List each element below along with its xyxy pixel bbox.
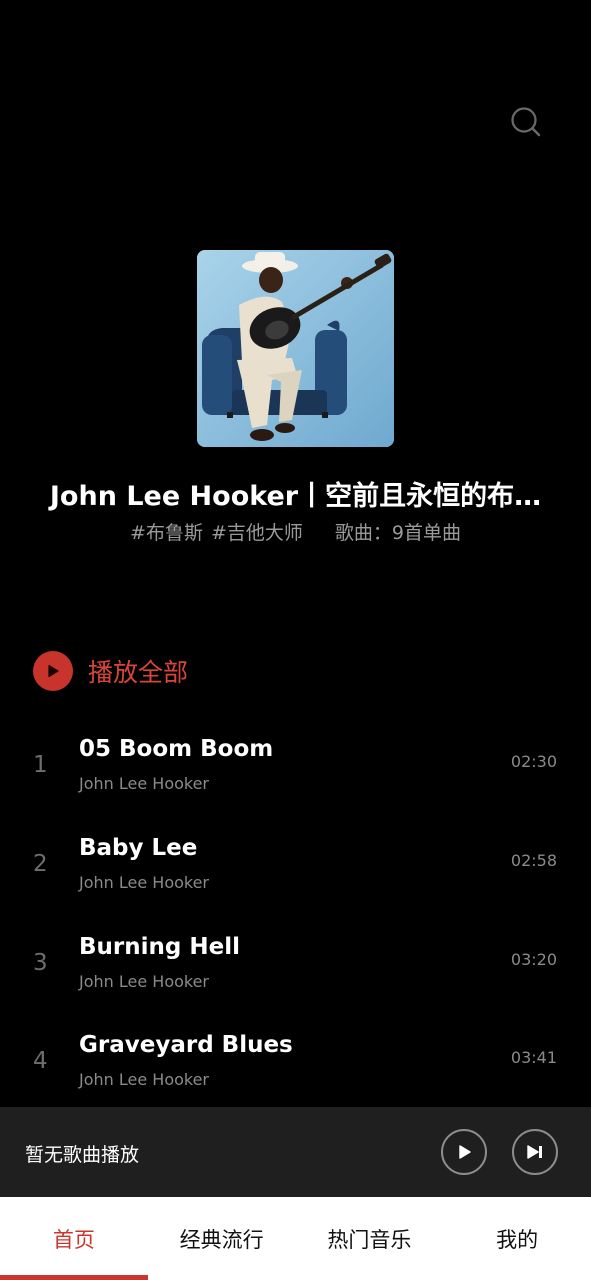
track-title: Burning Hell <box>79 934 240 960</box>
track-title: 05 Boom Boom <box>79 736 274 762</box>
track-index: 2 <box>33 851 48 877</box>
playlist-meta: #布鲁斯 #吉他大师 歌曲：9首单曲 <box>0 518 591 545</box>
player-play-button[interactable] <box>441 1129 487 1175</box>
mini-player: 暂无歌曲播放 <box>0 1107 591 1197</box>
play-icon <box>459 1145 471 1159</box>
tab-label: 热门音乐 <box>327 1227 412 1252</box>
play-all-button[interactable]: 播放全部 <box>33 651 188 691</box>
track-title: Baby Lee <box>79 835 198 861</box>
playlist-tag[interactable]: #布鲁斯 <box>130 522 203 544</box>
track-artist: John Lee Hooker <box>79 774 210 793</box>
tab-classic-pop[interactable]: 经典流行 <box>148 1197 296 1280</box>
track-row[interactable]: 2 Baby Lee John Lee Hooker 02:58 <box>0 835 591 925</box>
track-artist: John Lee Hooker <box>79 972 210 991</box>
tab-hot-music[interactable]: 热门音乐 <box>296 1197 444 1280</box>
player-status: 暂无歌曲播放 <box>25 1144 140 1166</box>
tab-home[interactable]: 首页 <box>0 1197 148 1280</box>
playlist-tag[interactable]: #吉他大师 <box>211 522 303 544</box>
track-duration: 02:58 <box>510 851 557 870</box>
search-icon <box>511 107 541 137</box>
search-button[interactable] <box>508 104 544 140</box>
tab-label: 经典流行 <box>179 1227 264 1252</box>
track-row[interactable]: 3 Burning Hell John Lee Hooker 03:20 <box>0 934 591 1024</box>
playlist-title: John Lee Hooker丨空前且永恒的布… <box>49 481 542 512</box>
skip-next-icon <box>527 1145 542 1159</box>
playlist-page: John Lee Hooker丨空前且永恒的布… #布鲁斯 #吉他大师 歌曲：9首单… <box>0 0 591 1280</box>
track-duration: 02:30 <box>510 752 557 771</box>
player-next-button[interactable] <box>512 1129 558 1175</box>
track-title: Graveyard Blues <box>79 1032 293 1058</box>
track-artist: John Lee Hooker <box>79 1070 210 1089</box>
album-cover-image <box>197 250 394 447</box>
play-icon <box>33 651 73 691</box>
playlist-cover <box>197 250 394 447</box>
play-all-label: 播放全部 <box>88 658 189 687</box>
tab-label: 我的 <box>496 1227 539 1252</box>
active-tab-indicator <box>0 1275 148 1280</box>
track-index: 3 <box>33 950 48 976</box>
tab-label: 首页 <box>52 1227 95 1252</box>
track-duration: 03:41 <box>510 1048 557 1067</box>
track-duration: 03:20 <box>510 950 557 969</box>
tab-mine[interactable]: 我的 <box>443 1197 591 1280</box>
bottom-tab-bar: 首页 经典流行 热门音乐 我的 <box>0 1197 591 1280</box>
track-artist: John Lee Hooker <box>79 873 210 892</box>
track-index: 1 <box>33 752 48 778</box>
track-row[interactable]: 1 05 Boom Boom John Lee Hooker 02:30 <box>0 736 591 826</box>
track-index: 4 <box>33 1048 48 1074</box>
song-count: 歌曲：9首单曲 <box>334 522 461 544</box>
